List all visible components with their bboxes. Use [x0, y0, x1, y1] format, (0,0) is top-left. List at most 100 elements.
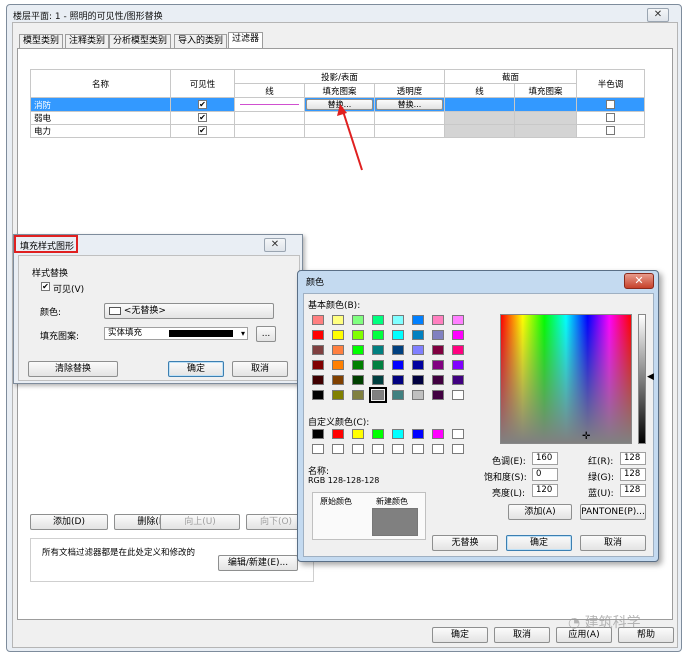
color-swatch[interactable]: [392, 330, 404, 340]
color-swatch[interactable]: [312, 345, 324, 355]
color-swatch[interactable]: [392, 315, 404, 325]
color-ok-button[interactable]: 确定: [506, 535, 572, 551]
add-filter-button[interactable]: 添加(D): [30, 514, 108, 530]
red-label: 红(R):: [588, 457, 614, 467]
color-swatch[interactable]: [312, 429, 324, 439]
move-up-button[interactable]: 向上(U): [160, 514, 240, 530]
hue-label: 色调(E):: [492, 457, 526, 467]
color-swatch[interactable]: [312, 330, 324, 340]
color-swatch[interactable]: [392, 429, 404, 439]
color-swatch[interactable]: [352, 375, 364, 385]
color-swatch[interactable]: [332, 375, 344, 385]
color-swatch[interactable]: [332, 315, 344, 325]
ok-button[interactable]: 确定: [432, 627, 488, 643]
color-swatch[interactable]: [372, 360, 384, 370]
color-swatch[interactable]: [352, 444, 364, 454]
color-swatch[interactable]: [352, 315, 364, 325]
color-swatch[interactable]: [432, 330, 444, 340]
close-icon[interactable]: ✕: [624, 273, 654, 289]
color-value: <无替换>: [123, 306, 166, 316]
color-swatch[interactable]: [372, 345, 384, 355]
color-cancel-button[interactable]: 取消: [580, 535, 646, 551]
color-swatch[interactable]: [332, 444, 344, 454]
blue-input[interactable]: 128: [620, 484, 646, 497]
color-swatch[interactable]: [452, 444, 464, 454]
color-swatch[interactable]: [352, 330, 364, 340]
color-swatch[interactable]: [332, 330, 344, 340]
color-swatch[interactable]: [412, 390, 424, 400]
color-swatch[interactable]: [412, 375, 424, 385]
color-swatch[interactable]: [392, 345, 404, 355]
color-button[interactable]: <无替换>: [104, 303, 274, 319]
add-custom-color-button[interactable]: 添加(A): [508, 504, 572, 520]
color-swatch[interactable]: [452, 390, 464, 400]
color-swatch[interactable]: [412, 315, 424, 325]
visible-checkbox[interactable]: ✔: [41, 282, 50, 292]
color-swatch[interactable]: [392, 360, 404, 370]
red-input[interactable]: 128: [620, 452, 646, 465]
color-swatch[interactable]: [312, 375, 324, 385]
color-swatch[interactable]: [452, 330, 464, 340]
color-swatch[interactable]: [312, 315, 324, 325]
color-swatch[interactable]: [452, 375, 464, 385]
color-swatch[interactable]: [412, 345, 424, 355]
edit-new-button[interactable]: 编辑/新建(E)...: [218, 555, 298, 571]
color-swatch[interactable]: [352, 345, 364, 355]
color-swatch[interactable]: [352, 429, 364, 439]
color-swatch[interactable]: [332, 360, 344, 370]
no-override-button[interactable]: 无替换: [432, 535, 498, 551]
color-spectrum[interactable]: [500, 314, 632, 444]
color-swatch[interactable]: [432, 315, 444, 325]
hue-input[interactable]: 160: [532, 452, 558, 465]
color-swatch[interactable]: [452, 315, 464, 325]
luminance-arrow-icon[interactable]: ◀: [647, 372, 654, 382]
color-swatch[interactable]: [432, 375, 444, 385]
color-swatch[interactable]: [432, 345, 444, 355]
fill-ok-button[interactable]: 确定: [168, 361, 224, 377]
color-swatch[interactable]: [372, 444, 384, 454]
lum-input[interactable]: 120: [532, 484, 558, 497]
color-swatch[interactable]: [432, 429, 444, 439]
color-swatch[interactable]: [372, 375, 384, 385]
color-swatch[interactable]: [332, 429, 344, 439]
color-swatch[interactable]: [412, 360, 424, 370]
pattern-dropdown[interactable]: 实体填充 ▾: [104, 327, 248, 340]
color-swatch[interactable]: [452, 345, 464, 355]
color-swatch[interactable]: [412, 444, 424, 454]
new-color-label: 新建颜色: [376, 497, 408, 506]
color-swatch[interactable]: [369, 387, 387, 403]
close-icon[interactable]: ✕: [264, 238, 286, 252]
pantone-button[interactable]: PANTONE(P)...: [580, 504, 646, 520]
cancel-button[interactable]: 取消: [494, 627, 550, 643]
sat-label: 饱和度(S):: [484, 473, 527, 483]
fill-cancel-button[interactable]: 取消: [232, 361, 288, 377]
color-swatch[interactable]: [352, 360, 364, 370]
color-swatch[interactable]: [312, 390, 324, 400]
luminance-slider[interactable]: [638, 314, 646, 444]
chevron-down-icon[interactable]: ▾: [241, 328, 245, 339]
sat-input[interactable]: 0: [532, 468, 558, 481]
browse-pattern-button[interactable]: ...: [256, 326, 276, 342]
color-swatch[interactable]: [392, 390, 404, 400]
color-swatch[interactable]: [412, 330, 424, 340]
color-swatch[interactable]: [312, 360, 324, 370]
color-dialog-title: 颜色: [306, 278, 325, 288]
color-swatch[interactable]: [452, 360, 464, 370]
color-swatch[interactable]: [312, 444, 324, 454]
color-swatch[interactable]: [352, 390, 364, 400]
crosshair-icon: ✛: [582, 431, 591, 442]
clear-override-button[interactable]: 清除替换: [28, 361, 118, 377]
color-swatch[interactable]: [452, 429, 464, 439]
color-swatch[interactable]: [332, 390, 344, 400]
color-swatch[interactable]: [332, 345, 344, 355]
color-swatch[interactable]: [412, 429, 424, 439]
green-input[interactable]: 128: [620, 468, 646, 481]
color-swatch[interactable]: [372, 315, 384, 325]
color-swatch[interactable]: [392, 444, 404, 454]
color-swatch[interactable]: [432, 444, 444, 454]
color-swatch[interactable]: [432, 390, 444, 400]
color-swatch[interactable]: [432, 360, 444, 370]
color-swatch[interactable]: [392, 375, 404, 385]
color-swatch[interactable]: [372, 330, 384, 340]
color-swatch[interactable]: [372, 429, 384, 439]
